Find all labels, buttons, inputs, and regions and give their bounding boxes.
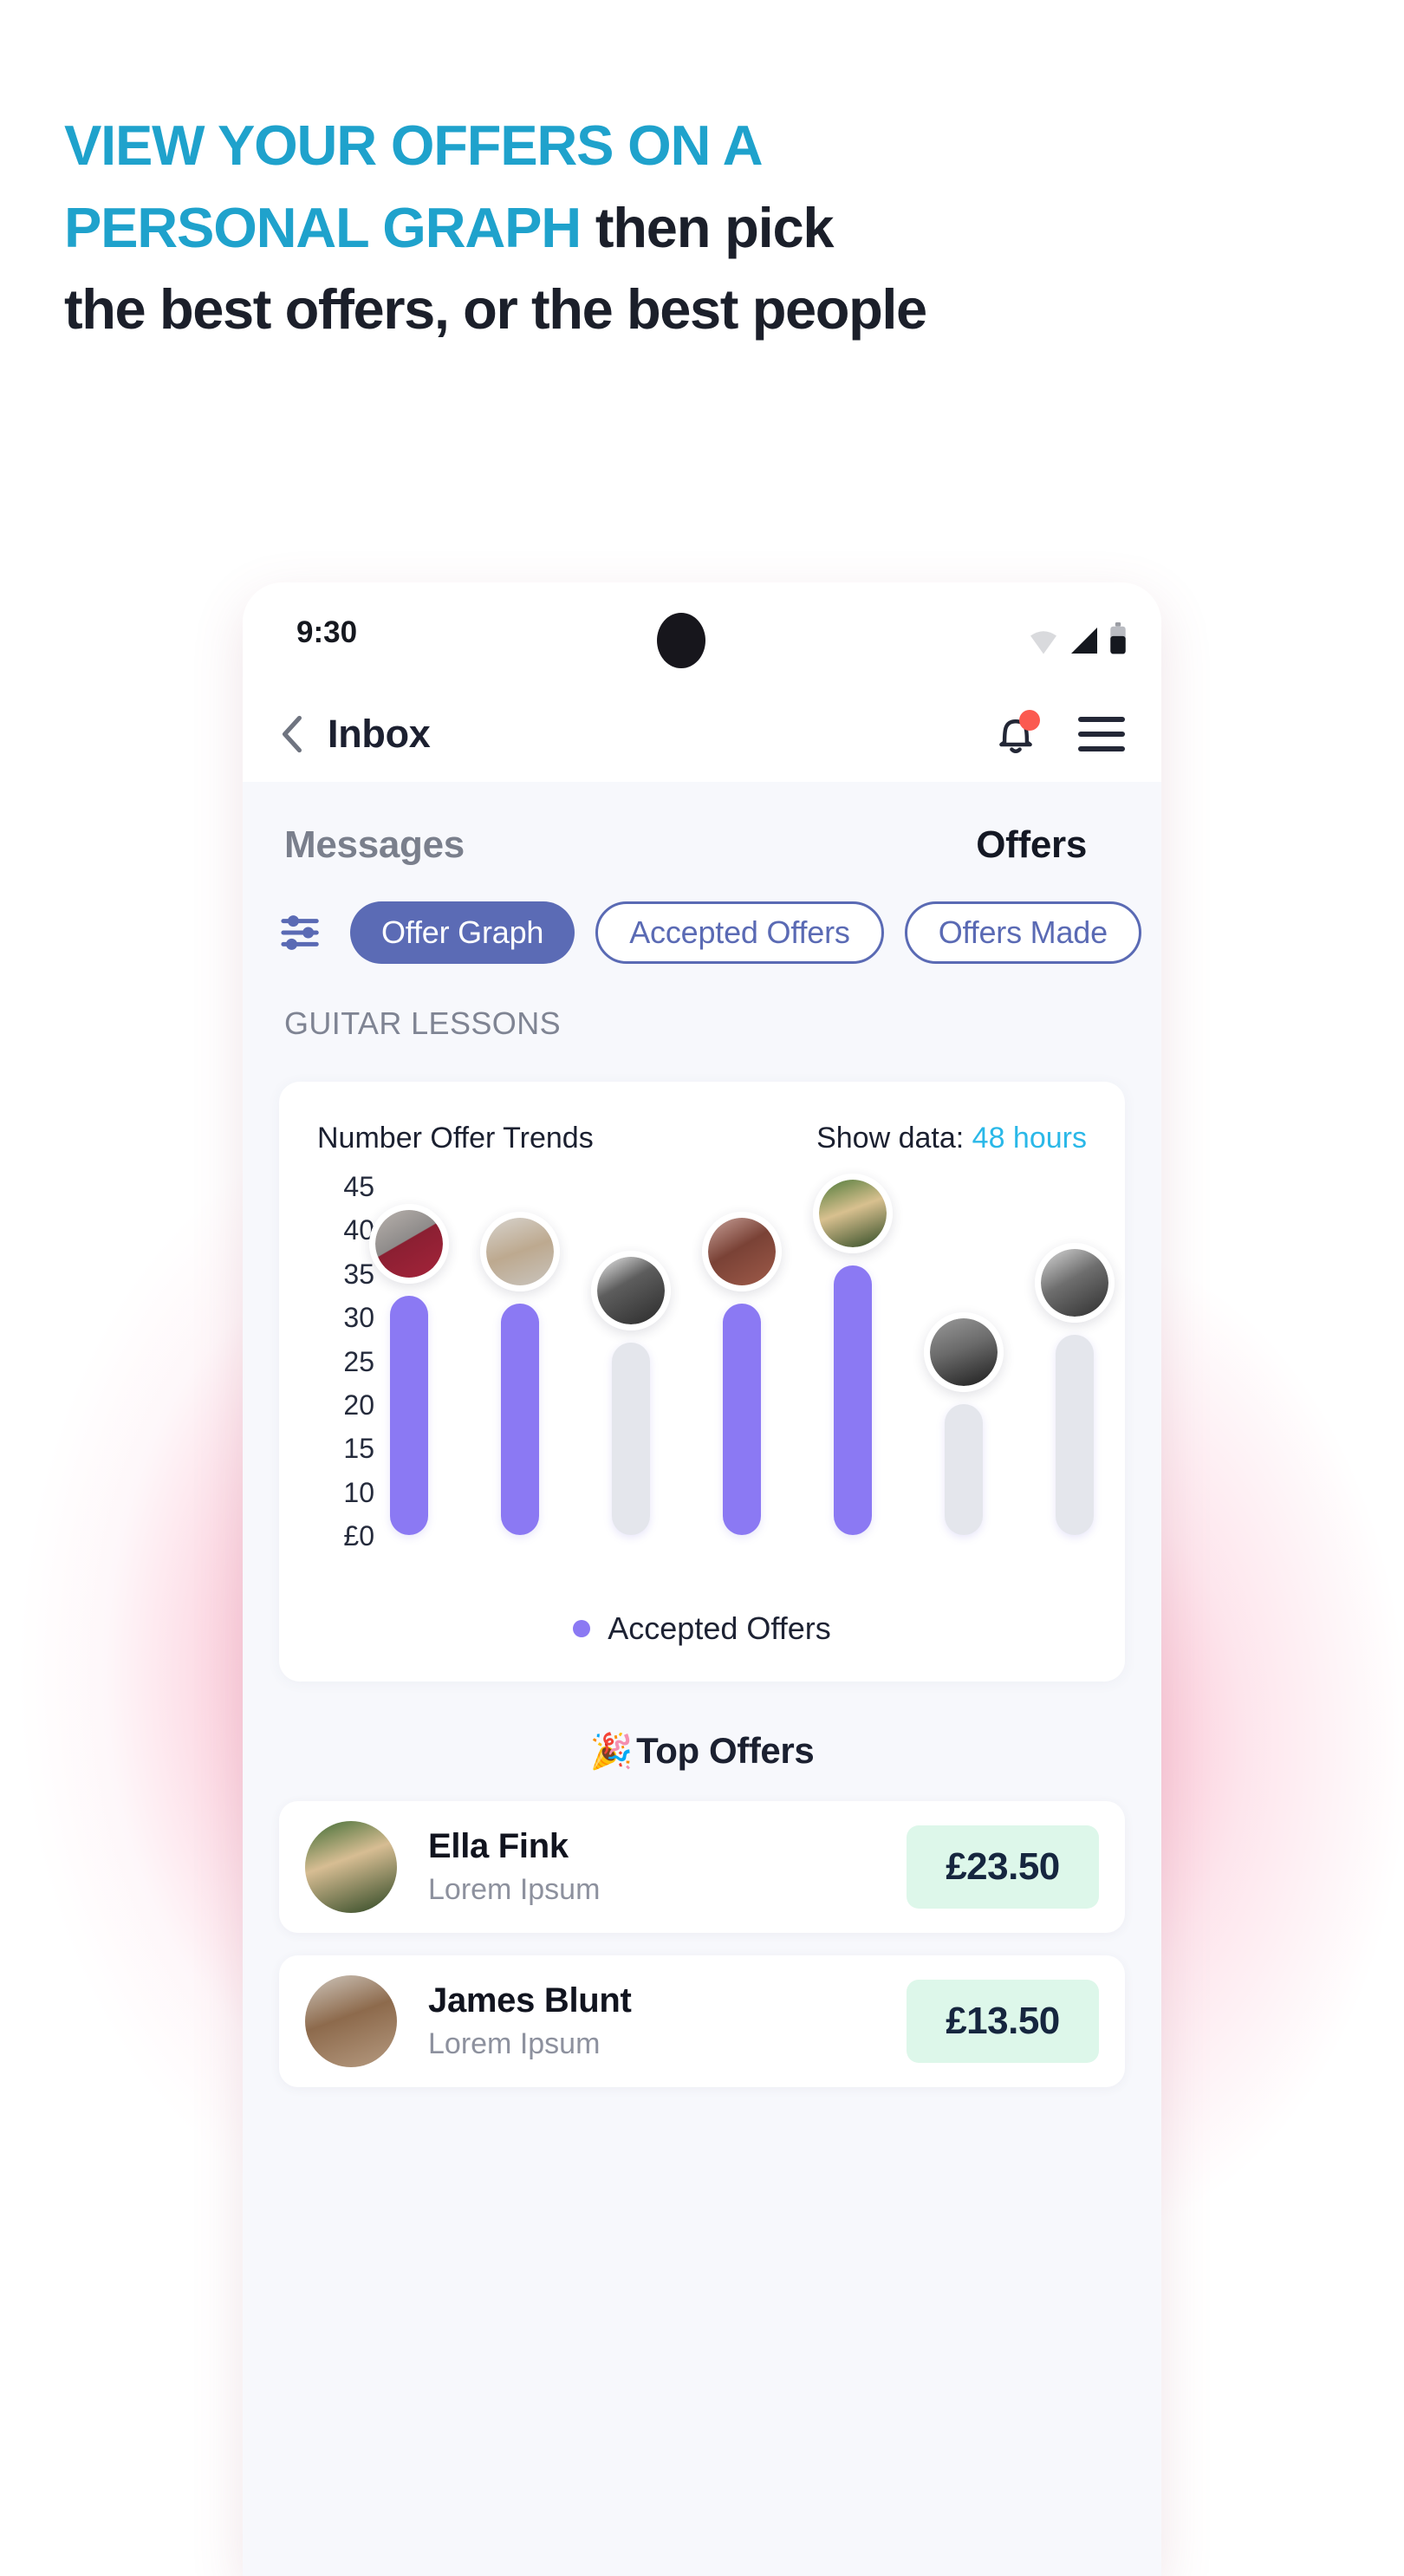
offer-name: Ella Fink [428,1827,569,1865]
bar-avatar[interactable] [591,1251,671,1330]
category-label: GUITAR LESSONS [284,1005,562,1041]
y-tick-label: 20 [343,1389,374,1421]
status-time: 9:30 [296,615,358,649]
bar-avatar[interactable] [1035,1243,1115,1323]
offer-avatar [305,1975,397,2067]
chart-title: Number Offer Trends [317,1122,594,1155]
filter-sliders-icon[interactable] [279,913,324,953]
status-bar: 9:30 [243,582,1161,686]
bar-column[interactable] [1035,1188,1115,1535]
top-offers-heading: 🎉Top Offers [243,1730,1161,1772]
avatar-image [375,1210,443,1278]
bar-column[interactable] [924,1188,1004,1535]
chip-offer-graph[interactable]: Offer Graph [350,901,575,964]
chart-plot-area: 45 40 35 30 25 20 15 10 £0 [279,1171,1125,1551]
y-tick-label: 10 [343,1476,374,1508]
show-data-label: Show data: [816,1122,965,1155]
offer-subtitle: Lorem Ipsum [428,2027,601,2060]
legend-label: Accepted Offers [608,1610,831,1646]
bar-avatar[interactable] [924,1312,1004,1392]
chart-bar[interactable] [1056,1335,1094,1535]
chip-accepted-offers[interactable]: Accepted Offers [595,901,884,964]
chart-bar[interactable] [612,1343,650,1535]
offer-avatar [305,1821,397,1913]
bar-column[interactable] [591,1188,671,1535]
chart-bar[interactable] [834,1265,872,1535]
app-bar-actions [995,710,1125,757]
hamburger-menu-icon[interactable] [1078,717,1125,751]
avatar-image [708,1218,776,1285]
battery-icon [1110,622,1126,654]
offer-subtitle: Lorem Ipsum [428,1873,601,1906]
bar-column[interactable] [813,1174,893,1535]
avatar-image [819,1180,887,1247]
avatar-image [1041,1249,1108,1317]
signal-icon [1071,628,1097,654]
phone-mockup: 9:30 Inbox Messages Offers Offer Graph A… [243,582,1161,2576]
chart-header: Number Offer Trends Show data: 48 hours [279,1122,1125,1155]
tab-offers[interactable]: Offers [976,823,1087,867]
chart-bar[interactable] [723,1304,761,1535]
chart-range-selector[interactable]: Show data: 48 hours [816,1122,1087,1155]
offer-text-block: James Blunt Lorem Ipsum [428,1981,632,2061]
headline-line-2-accent: PERSONAL GRAPH [64,196,582,260]
y-tick-label: 25 [343,1345,374,1377]
inbox-screen: Messages Offers Offer Graph Accepted Off… [243,782,1161,2576]
chip-offers-made[interactable]: Offers Made [904,901,1141,964]
status-icon-group [1028,615,1127,655]
segmented-tabs: Messages Offers [243,782,1161,867]
bar-column[interactable] [369,1188,449,1535]
top-offers-title: Top Offers [636,1730,815,1771]
offer-price-badge[interactable]: £23.50 [907,1825,1099,1909]
offer-list-item[interactable]: Ella Fink Lorem Ipsum £23.50 [279,1801,1125,1933]
headline-line-1: VIEW YOUR OFFERS ON A [64,114,764,177]
offer-price-badge[interactable]: £13.50 [907,1980,1099,2063]
tab-messages[interactable]: Messages [284,823,465,867]
bar-avatar[interactable] [702,1212,782,1291]
back-chevron-icon[interactable] [279,715,305,753]
chart-y-axis: 45 40 35 30 25 20 15 10 £0 [279,1171,381,1552]
y-tick-label: 35 [343,1258,374,1290]
camera-punch-hole [657,613,705,668]
offer-list-item[interactable]: James Blunt Lorem Ipsum £13.50 [279,1955,1125,2087]
avatar-image [930,1318,998,1386]
offer-name: James Blunt [428,1981,632,2020]
headline-line-3: the best offers, or the best people [64,276,927,341]
bar-avatar[interactable] [480,1212,560,1291]
filter-chip-row: Offer Graph Accepted Offers Offers Made [243,867,1161,964]
promo-headline: VIEW YOUR OFFERS ON A PERSONAL GRAPH the… [64,113,1295,342]
party-popper-icon: 🎉 [589,1733,634,1771]
chart-bar[interactable] [390,1296,428,1535]
top-offers-list: Ella Fink Lorem Ipsum £23.50 James Blunt Lor… [243,1772,1161,2087]
y-tick-label: 30 [343,1302,374,1334]
bar-column[interactable] [480,1188,560,1535]
chart-bars [369,1174,1115,1535]
bar-avatar[interactable] [369,1204,449,1284]
show-data-value[interactable]: 48 hours [972,1122,1087,1155]
notification-badge [1019,710,1040,731]
y-tick-label: 15 [343,1433,374,1465]
chart-bar[interactable] [945,1404,983,1535]
y-tick-label: 45 [343,1171,374,1202]
headline-line-2-rest: then pick [580,196,835,260]
offer-graph-card: Number Offer Trends Show data: 48 hours … [279,1082,1125,1682]
chart-legend: Accepted Offers [279,1610,1125,1647]
bar-avatar[interactable] [813,1174,893,1253]
y-tick-label: £0 [343,1520,374,1551]
notifications-button[interactable] [995,710,1040,757]
avatar-image [486,1218,554,1285]
offer-text-block: Ella Fink Lorem Ipsum [428,1827,600,1907]
bar-column[interactable] [702,1188,782,1535]
page-title: Inbox [328,712,431,756]
wifi-icon [1030,631,1056,654]
avatar-image [597,1257,665,1324]
chart-bar[interactable] [501,1304,539,1535]
app-bar: Inbox [243,686,1161,782]
legend-color-swatch [573,1620,591,1637]
